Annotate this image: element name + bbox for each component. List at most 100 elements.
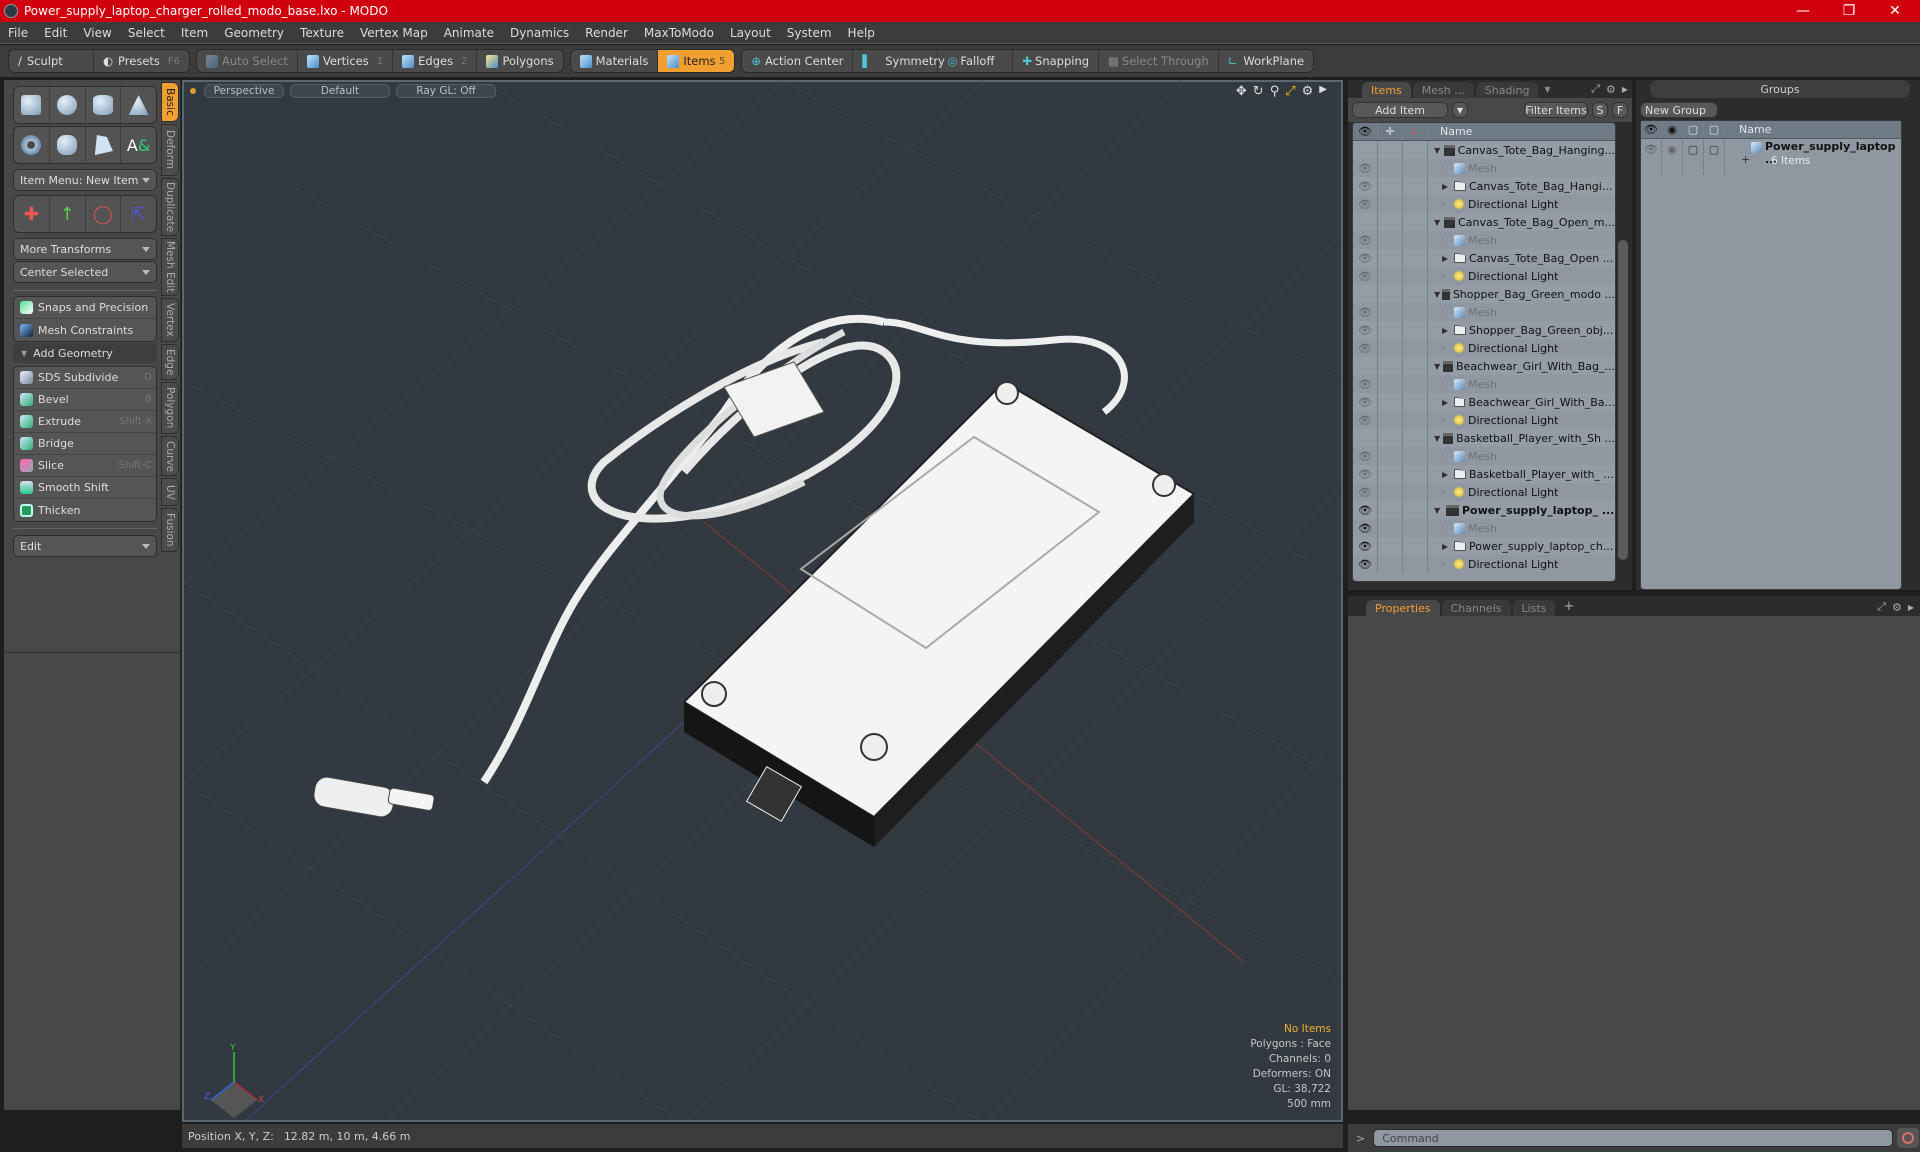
lock-toggle[interactable] — [1378, 447, 1403, 465]
tree-row-light[interactable]: 👁 · Directional Light — [1353, 483, 1615, 501]
lock-toggle[interactable] — [1378, 339, 1403, 357]
tree-branch-icon[interactable]: · — [1442, 488, 1454, 497]
group-lock-header[interactable]: ▢ — [1683, 121, 1704, 138]
tab-channels[interactable]: Channels — [1441, 600, 1511, 616]
tree-row-scene[interactable]: ▼ Canvas_Tote_Bag_Hanging... — [1353, 141, 1615, 159]
tab-vertex[interactable]: Vertex — [161, 298, 179, 342]
tree-row-scene[interactable]: ▼ Canvas_Tote_Bag_Open_m... — [1353, 213, 1615, 231]
visibility-toggle[interactable]: 👁 — [1353, 465, 1378, 483]
items-scrollbar[interactable] — [1618, 240, 1628, 560]
falloff-button[interactable]: ◎ Falloff — [938, 50, 1014, 72]
visibility-toggle[interactable] — [1353, 429, 1378, 447]
spiral-tool[interactable] — [50, 127, 86, 163]
menu-dynamics[interactable]: Dynamics — [502, 26, 577, 40]
tab-mesh[interactable]: Mesh ... — [1412, 82, 1474, 98]
visibility-toggle[interactable]: 👁 — [1353, 321, 1378, 339]
presets-button[interactable]: ◐ Presets F6 — [94, 50, 189, 72]
tree-row-scene[interactable]: 👁 ▼ Power_supply_laptop_ ... — [1353, 501, 1615, 519]
lock-toggle[interactable] — [1378, 537, 1403, 555]
tab-basic[interactable]: Basic — [161, 82, 179, 122]
move-tool[interactable]: ↑ — [50, 196, 86, 232]
menu-maxtomodo[interactable]: MaxToModo — [636, 26, 722, 40]
maximize-icon[interactable]: ⤢ — [1285, 84, 1295, 99]
tree-branch-icon[interactable]: · — [1442, 344, 1454, 353]
workplane-button[interactable]: ∟ WorkPlane — [1219, 50, 1313, 72]
tree-row-mesh[interactable]: 👁 · Mesh — [1353, 519, 1615, 537]
tree-branch-icon[interactable]: · — [1442, 524, 1454, 533]
group-row[interactable]: 👁 ◉ ▢ ▢ + Power_supply_laptop ... 6 Item… — [1641, 139, 1901, 175]
sphere-tool[interactable] — [50, 87, 86, 123]
tree-row-light[interactable]: 👁 · Directional Light — [1353, 339, 1615, 357]
tree-row-folder[interactable]: 👁 ▶ Basketball_Player_with_ ... — [1353, 465, 1615, 483]
visibility-toggle[interactable]: 👁 — [1353, 447, 1378, 465]
zoom-view-icon[interactable]: ⚲ — [1270, 84, 1280, 99]
lock-toggle[interactable] — [1378, 141, 1403, 159]
add-item-button[interactable]: Add Item — [1352, 102, 1448, 118]
lock-toggle[interactable] — [1378, 177, 1403, 195]
transform-tool[interactable]: ✚ — [14, 196, 50, 232]
expand-triangle-icon[interactable]: ▶ — [1442, 182, 1454, 191]
auto-select-button[interactable]: Auto Select — [197, 50, 298, 72]
visibility-toggle[interactable]: 👁 — [1353, 195, 1378, 213]
menu-edit[interactable]: Edit — [36, 26, 75, 40]
tree-row-mesh[interactable]: 👁 · Mesh — [1353, 447, 1615, 465]
maximize-icon[interactable]: ⤢ — [1591, 82, 1600, 96]
slice-button[interactable]: Slice Shift-C — [14, 455, 156, 477]
group-name-header[interactable]: Name — [1739, 123, 1771, 136]
view-type-button[interactable]: Perspective — [204, 84, 284, 98]
tree-branch-icon[interactable]: · — [1442, 416, 1454, 425]
viewport-active-dot[interactable] — [190, 88, 196, 94]
filter-items-button[interactable]: Filter Items — [1524, 102, 1588, 118]
add-geometry-header[interactable]: ▼ Add Geometry — [13, 343, 157, 363]
bridge-button[interactable]: Bridge — [14, 433, 156, 455]
items-button[interactable]: Items 5 — [658, 50, 735, 72]
visibility-toggle[interactable]: 👁 — [1353, 519, 1378, 537]
thicken-button[interactable]: Thicken — [14, 499, 156, 521]
lock-column-header[interactable]: ✛ — [1378, 123, 1403, 140]
lock-toggle[interactable] — [1378, 411, 1403, 429]
add-tab-button[interactable]: + — [1563, 599, 1574, 614]
lock-toggle[interactable] — [1378, 321, 1403, 339]
visibility-toggle[interactable] — [1353, 285, 1378, 303]
tree-row-scene[interactable]: ▼ Basketball_Player_with_Sh ... — [1353, 429, 1615, 447]
tab-edge[interactable]: Edge — [161, 344, 179, 380]
lock-toggle[interactable] — [1378, 555, 1403, 573]
collapse-triangle-icon[interactable]: ▼ — [1434, 146, 1444, 155]
collapse-triangle-icon[interactable]: ▼ — [1434, 506, 1446, 515]
materials-button[interactable]: Materials — [571, 50, 659, 72]
expand-arrow-icon[interactable]: ▶ — [1622, 85, 1628, 94]
vertices-button[interactable]: Vertices 1 — [298, 50, 394, 72]
group-visibility-toggle[interactable]: 👁 — [1641, 139, 1662, 175]
tab-uv[interactable]: UV — [161, 478, 179, 506]
gear-icon[interactable]: ⚙ — [1302, 84, 1314, 99]
lock-toggle[interactable] — [1378, 393, 1403, 411]
name-column-header[interactable]: Name — [1440, 125, 1472, 138]
lock-toggle[interactable] — [1378, 519, 1403, 537]
group-visibility-header[interactable]: 👁 — [1641, 121, 1662, 138]
lock-toggle[interactable] — [1378, 465, 1403, 483]
snapping-button[interactable]: ✚ Snapping — [1013, 50, 1100, 72]
tab-mesh-edit[interactable]: Mesh Edit — [161, 238, 179, 296]
more-transforms-dropdown[interactable]: More Transforms — [13, 238, 157, 260]
visibility-toggle[interactable]: 👁 — [1353, 339, 1378, 357]
tree-row-light[interactable]: 👁 · Directional Light — [1353, 267, 1615, 285]
tree-branch-icon[interactable]: · — [1442, 452, 1454, 461]
group-select-toggle[interactable]: ▢ — [1704, 139, 1725, 175]
lock-toggle[interactable] — [1378, 267, 1403, 285]
visibility-toggle[interactable]: 👁 — [1353, 177, 1378, 195]
item-menu-dropdown[interactable]: Item Menu: New Item — [13, 169, 157, 191]
tree-row-mesh[interactable]: 👁 · Mesh — [1353, 159, 1615, 177]
menu-layout[interactable]: Layout — [722, 26, 779, 40]
expand-triangle-icon[interactable]: ▶ — [1442, 326, 1454, 335]
tree-row-folder[interactable]: 👁 ▶ Shopper_Bag_Green_obj... — [1353, 321, 1615, 339]
symmetry-button[interactable]: ▌ Symmetry — [853, 50, 945, 72]
tab-curve[interactable]: Curve — [161, 436, 179, 476]
menu-help[interactable]: Help — [840, 26, 883, 40]
mesh-constraints-button[interactable]: Mesh Constraints — [14, 319, 156, 341]
visibility-toggle[interactable]: 👁 — [1353, 393, 1378, 411]
group-render-toggle[interactable]: ◉ — [1662, 139, 1683, 175]
lock-toggle[interactable] — [1378, 303, 1403, 321]
minimize-button[interactable]: — — [1780, 0, 1826, 22]
action-center-button[interactable]: ⊕ Action Center — [742, 50, 854, 72]
tree-row-light[interactable]: 👁 · Directional Light — [1353, 555, 1615, 573]
